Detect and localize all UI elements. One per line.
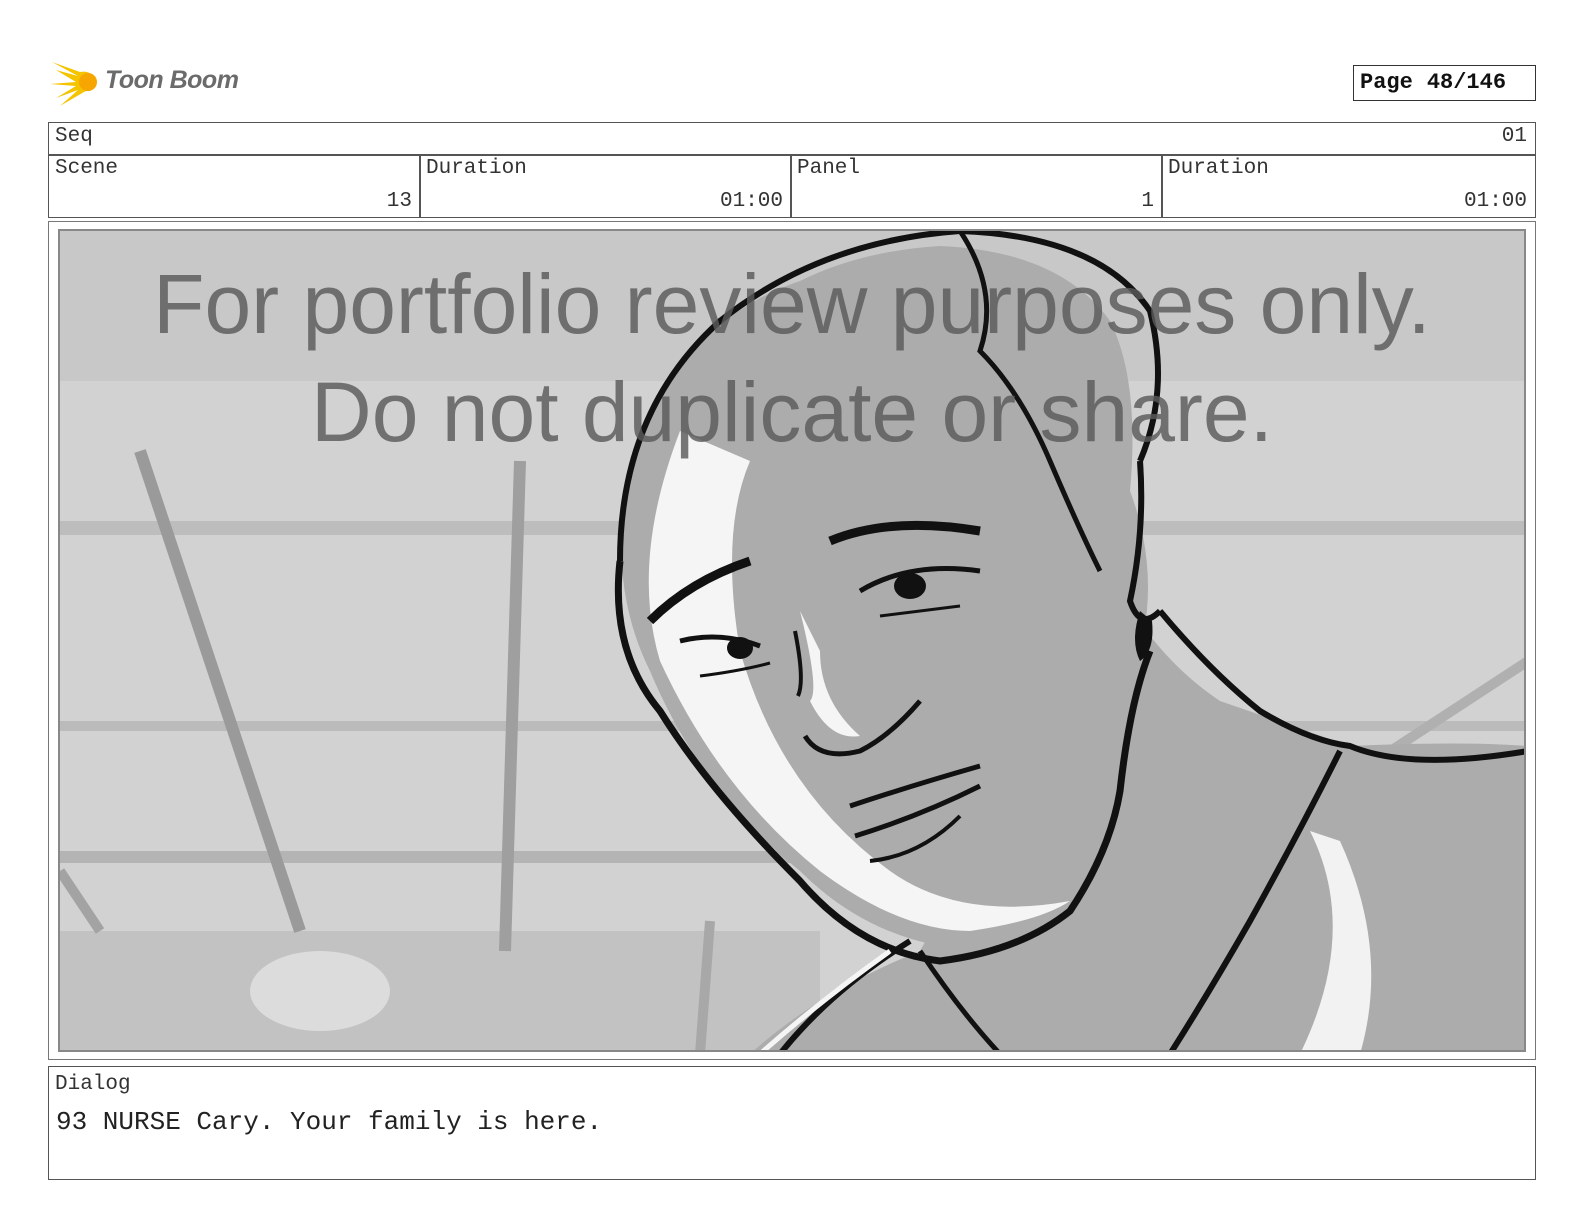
scene-cell: Scene 13 [48, 154, 421, 218]
panel-label: Panel [797, 157, 861, 180]
panel-duration-label: Duration [1168, 157, 1269, 180]
logo-text: Toon Boom [105, 66, 239, 94]
storyboard-sketch-illustration [60, 231, 1524, 1050]
dialog-box: Dialog 93 NURSE Cary. Your family is her… [48, 1066, 1536, 1180]
panel-duration-cell: Duration 01:00 [1161, 154, 1536, 218]
scene-duration-label: Duration [426, 157, 527, 180]
page-number: 48/146 [1426, 70, 1507, 95]
page-label: Page [1360, 70, 1413, 95]
scene-label: Scene [55, 157, 119, 180]
seq-value: 01 [1501, 125, 1527, 148]
panel-value: 1 [1141, 190, 1154, 213]
seq-label: Seq [55, 125, 93, 148]
scene-duration-value: 01:00 [719, 190, 783, 213]
storyboard-panel-image [58, 229, 1526, 1052]
watermark-line-2: Do not duplicate or share. [311, 365, 1273, 459]
panel-duration-value: 01:00 [1463, 190, 1527, 213]
scene-duration-cell: Duration 01:00 [419, 154, 792, 218]
dialog-text: 93 NURSE Cary. Your family is here. [56, 1107, 603, 1137]
dialog-label: Dialog [55, 1073, 131, 1096]
panel-cell: Panel 1 [790, 154, 1163, 218]
page-indicator: Page 48/146 [1353, 65, 1536, 101]
toon-boom-logo: Toon Boom [50, 56, 250, 108]
seq-row: Seq 01 [48, 122, 1536, 156]
starburst-logo-icon [50, 62, 97, 106]
watermark-line-1: For portfolio review purposes only. [153, 257, 1431, 351]
scene-value: 13 [386, 190, 412, 213]
